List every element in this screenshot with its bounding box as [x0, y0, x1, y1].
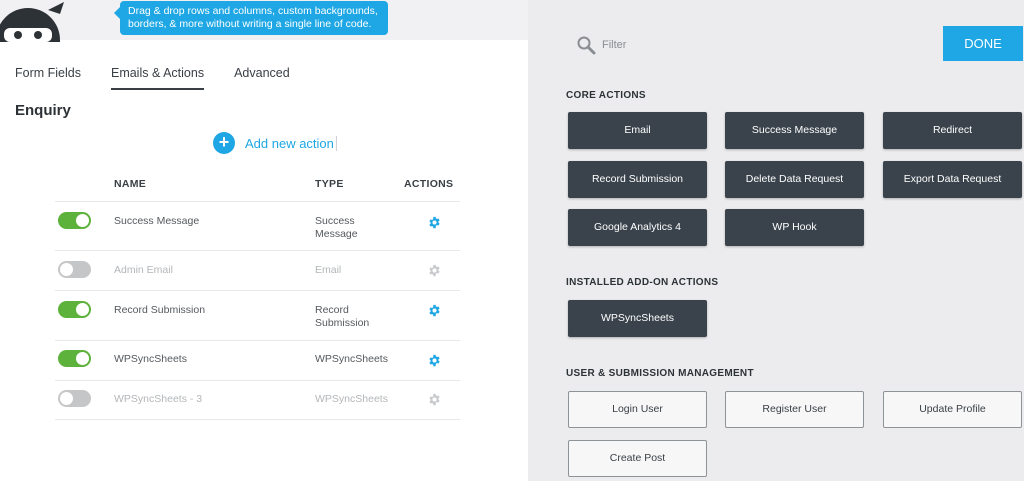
action-success-message-button[interactable]: Success Message — [725, 112, 864, 149]
gear-icon[interactable] — [428, 393, 441, 406]
table-row: Admin Email Email — [55, 252, 460, 291]
actions-drawer: DONE CORE ACTIONS Email Success Message … — [528, 0, 1024, 481]
action-wp-hook-button[interactable]: WP Hook — [725, 209, 864, 246]
ninja-mascot-icon — [0, 0, 70, 42]
filter-input[interactable] — [602, 35, 802, 55]
column-header-type: TYPE — [315, 178, 344, 190]
action-name: WPSyncSheets — [114, 353, 187, 365]
action-name: WPSyncSheets - 3 — [114, 393, 203, 405]
tab-advanced[interactable]: Advanced — [234, 66, 290, 90]
action-name: Success Message — [114, 215, 200, 227]
action-wpsyncsheets-button[interactable]: WPSyncSheets — [568, 300, 707, 337]
action-name: Admin Email — [114, 264, 173, 276]
section-title-user-management: USER & SUBMISSION MANAGEMENT — [566, 368, 754, 379]
builder-pane: Drag & drop rows and columns, custom bac… — [0, 0, 528, 481]
action-type: Success Message — [315, 215, 358, 240]
plus-circle-icon: + — [213, 132, 235, 154]
add-new-action-label: Add new action — [245, 135, 337, 151]
action-export-data-request-button[interactable]: Export Data Request — [883, 161, 1022, 198]
action-register-user-button[interactable]: Register User — [725, 391, 864, 428]
tab-emails-actions[interactable]: Emails & Actions — [110, 66, 205, 90]
gear-icon[interactable] — [428, 304, 441, 317]
action-toggle[interactable] — [58, 390, 91, 407]
gear-icon[interactable] — [428, 216, 441, 229]
form-title: Enquiry — [15, 102, 71, 119]
table-row: Success Message Success Message — [55, 201, 460, 251]
action-toggle[interactable] — [58, 301, 91, 318]
action-type: Email — [315, 264, 342, 276]
action-redirect-button[interactable]: Redirect — [883, 112, 1022, 149]
gear-icon[interactable] — [428, 264, 441, 277]
action-type: WPSyncSheets — [315, 353, 388, 365]
gear-icon[interactable] — [428, 354, 441, 367]
action-create-post-button[interactable]: Create Post — [568, 440, 707, 477]
action-name: Record Submission — [114, 304, 206, 316]
tab-form-fields[interactable]: Form Fields — [15, 66, 81, 90]
action-type: Record Submission — [315, 304, 370, 329]
table-row: WPSyncSheets - 3 WPSyncSheets — [55, 382, 460, 420]
action-toggle[interactable] — [58, 212, 91, 229]
table-row: WPSyncSheets WPSyncSheets — [55, 342, 460, 381]
drag-drop-tooltip: Drag & drop rows and columns, custom bac… — [114, 1, 388, 35]
action-delete-data-request-button[interactable]: Delete Data Request — [725, 161, 864, 198]
table-row: Record Submission Record Submission — [55, 292, 460, 341]
action-type: WPSyncSheets — [315, 393, 388, 405]
add-new-action-button[interactable]: + Add new action — [213, 131, 337, 155]
section-title-addon-actions: INSTALLED ADD-ON ACTIONS — [566, 277, 719, 288]
action-toggle[interactable] — [58, 261, 91, 278]
action-record-submission-button[interactable]: Record Submission — [568, 161, 707, 198]
builder-tabs: Form Fields Emails & Actions Advanced — [15, 66, 320, 90]
action-toggle[interactable] — [58, 350, 91, 367]
action-google-analytics-button[interactable]: Google Analytics 4 — [568, 209, 707, 246]
section-title-core-actions: CORE ACTIONS — [566, 90, 646, 101]
column-header-name: NAME — [114, 178, 147, 190]
action-email-button[interactable]: Email — [568, 112, 707, 149]
search-icon — [577, 36, 596, 55]
done-button[interactable]: DONE — [943, 26, 1023, 61]
column-header-actions: ACTIONS — [404, 178, 454, 190]
action-login-user-button[interactable]: Login User — [568, 391, 707, 428]
action-update-profile-button[interactable]: Update Profile — [883, 391, 1022, 428]
